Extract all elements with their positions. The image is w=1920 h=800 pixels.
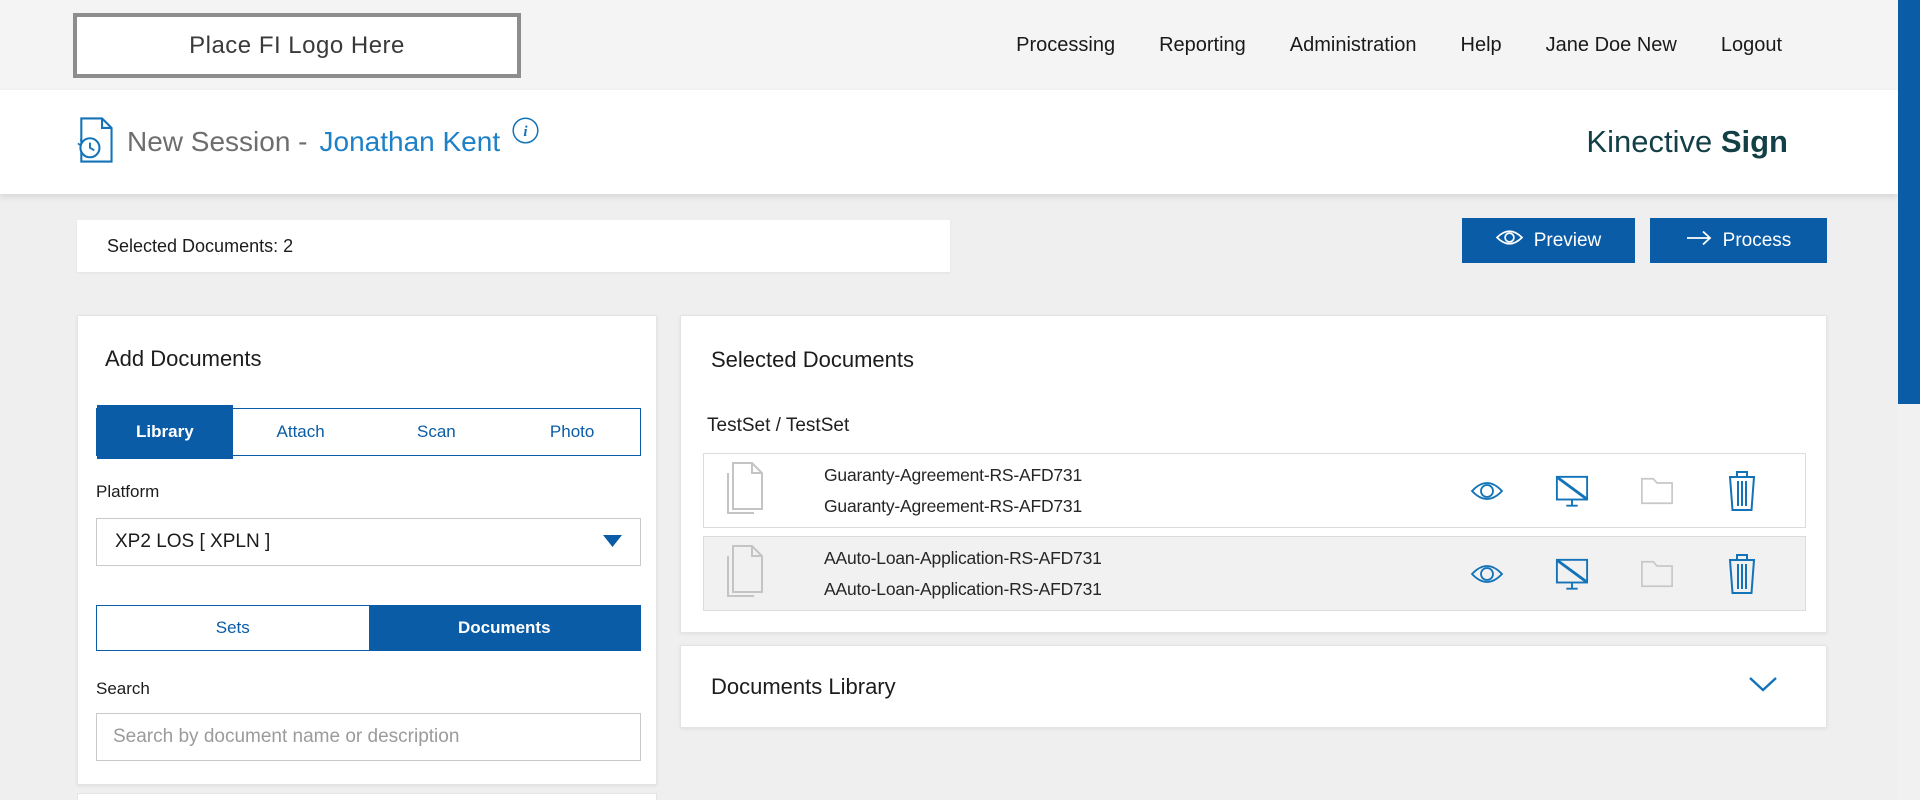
fi-logo-placeholder[interactable]: Place FI Logo Here (73, 13, 521, 78)
caret-down-icon (603, 531, 622, 553)
preview-button[interactable]: Preview (1462, 218, 1635, 263)
page-scrollbar-thumb[interactable] (1898, 0, 1920, 404)
nav-item-logout[interactable]: Logout (1721, 34, 1782, 57)
fi-logo-text: Place FI Logo Here (189, 32, 405, 60)
eye-icon (1496, 229, 1523, 252)
process-button-label: Process (1723, 230, 1792, 252)
nav-item-help[interactable]: Help (1461, 34, 1502, 57)
preview-document-icon[interactable] (1470, 471, 1504, 511)
trash-icon[interactable] (1725, 554, 1759, 594)
platform-label: Platform (96, 482, 159, 502)
documents-library-title: Documents Library (711, 674, 896, 700)
preview-button-label: Preview (1534, 230, 1602, 252)
documents-library-panel[interactable]: Documents Library (680, 645, 1827, 728)
info-icon[interactable]: i (512, 117, 539, 149)
trash-icon[interactable] (1725, 471, 1759, 511)
selected-documents-panel: Selected Documents TestSet / TestSet Gua… (680, 315, 1827, 633)
page-title: New Session - (127, 126, 308, 158)
svg-text:i: i (524, 124, 529, 140)
sets-documents-toggle: Sets Documents (96, 605, 641, 651)
document-actions (1470, 554, 1805, 594)
nav-item-administration[interactable]: Administration (1290, 34, 1417, 57)
session-user-link[interactable]: Jonathan Kent (320, 126, 501, 158)
process-button[interactable]: Process (1650, 218, 1827, 263)
display-monitor-icon[interactable] (1555, 554, 1589, 594)
new-session-icon (77, 116, 115, 169)
platform-dropdown-value: XP2 LOS [ XPLN ] (115, 531, 270, 553)
file-icon (722, 461, 768, 520)
top-nav-bar: Place FI Logo Here Processing Reporting … (0, 0, 1898, 90)
add-documents-tabs: Library Attach Scan Photo (96, 408, 641, 456)
nav-item-user[interactable]: Jane Doe New (1546, 34, 1677, 57)
nav-links: Processing Reporting Administration Help… (1016, 0, 1782, 90)
search-label: Search (96, 679, 150, 699)
nav-item-processing[interactable]: Processing (1016, 34, 1115, 57)
display-monitor-icon[interactable] (1555, 471, 1589, 511)
search-input[interactable] (96, 713, 641, 761)
selected-count-label: Selected Documents: 2 (107, 236, 293, 257)
page-header: New Session - Jonathan Kent i Kinective … (0, 90, 1898, 194)
brand-logo: Kinective Sign (1586, 90, 1788, 194)
document-set-path: TestSet / TestSet (707, 415, 849, 437)
selected-count-bar: Selected Documents: 2 (77, 220, 950, 272)
document-row: Guaranty-Agreement-RS-AFD731 Guaranty-Ag… (703, 453, 1806, 528)
add-documents-panel: Add Documents Library Attach Scan Photo … (77, 315, 657, 785)
brand-name: Kinective (1586, 124, 1712, 160)
toggle-documents[interactable]: Documents (369, 606, 641, 650)
preview-document-icon[interactable] (1470, 554, 1504, 594)
toggle-sets[interactable]: Sets (97, 606, 369, 650)
tab-scan[interactable]: Scan (369, 409, 505, 455)
document-text: Guaranty-Agreement-RS-AFD731 Guaranty-Ag… (824, 465, 1082, 517)
file-icon (722, 544, 768, 603)
document-description: AAuto-Loan-Application-RS-AFD731 (824, 579, 1102, 600)
tab-attach[interactable]: Attach (233, 409, 369, 455)
brand-product: Sign (1721, 124, 1788, 160)
folder-icon[interactable] (1640, 471, 1674, 511)
add-documents-title: Add Documents (105, 346, 262, 372)
document-name: AAuto-Loan-Application-RS-AFD731 (824, 548, 1102, 569)
tab-library[interactable]: Library (97, 405, 233, 459)
partial-card-bottom (77, 793, 657, 800)
tab-photo[interactable]: Photo (504, 409, 640, 455)
document-name: Guaranty-Agreement-RS-AFD731 (824, 465, 1082, 486)
chevron-down-icon[interactable] (1748, 676, 1778, 697)
folder-icon[interactable] (1640, 554, 1674, 594)
document-text: AAuto-Loan-Application-RS-AFD731 AAuto-L… (824, 548, 1102, 600)
session-title: New Session - Jonathan Kent i (77, 90, 539, 194)
arrow-right-icon (1686, 230, 1712, 252)
document-actions (1470, 471, 1805, 511)
document-row: AAuto-Loan-Application-RS-AFD731 AAuto-L… (703, 536, 1806, 611)
platform-dropdown[interactable]: XP2 LOS [ XPLN ] (96, 518, 641, 566)
selected-documents-title: Selected Documents (711, 347, 914, 373)
page-scrollbar-track[interactable] (1898, 0, 1920, 800)
document-description: Guaranty-Agreement-RS-AFD731 (824, 496, 1082, 517)
nav-item-reporting[interactable]: Reporting (1159, 34, 1246, 57)
